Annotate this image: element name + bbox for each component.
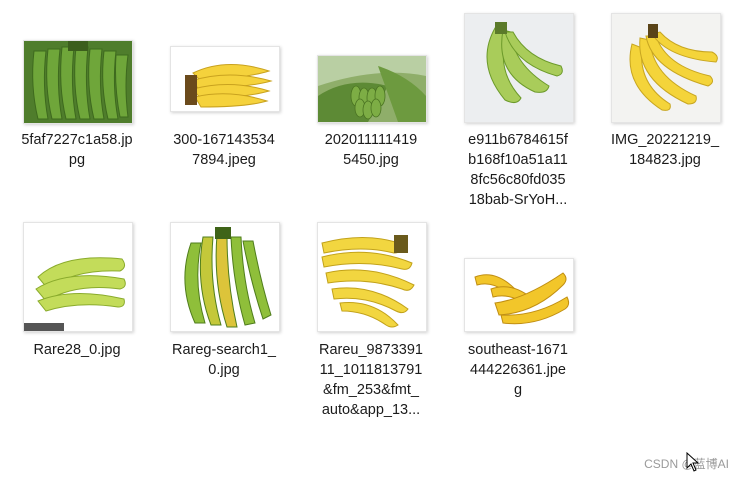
file-item[interactable]: Rareu_9873391 11_1011813791 &fm_253&fmt_… — [311, 222, 431, 422]
file-name: 5faf7227c1a58.jp pg — [21, 132, 133, 168]
file-name: southeast-1671 444226361.jpe g — [468, 342, 568, 398]
file-name: IMG_20221219_ 184823.jpg — [610, 132, 720, 168]
file-item[interactable]: Rareg-search1_ 0.jpg — [164, 222, 284, 378]
banana-bunch-green-icon — [23, 40, 133, 124]
file-grid: 5faf7227c1a58.jp pg 300-167143534 7894.j… — [0, 0, 743, 482]
banana-lightgreen-icon — [23, 222, 133, 332]
file-name: Rare28_0.jpg — [33, 342, 121, 358]
file-name: Rareu_9873391 11_1011813791 &fm_253&fmt_… — [318, 342, 423, 418]
banana-yellow-icon — [170, 46, 280, 112]
banana-ripe-hand-icon — [317, 222, 427, 332]
file-item[interactable]: 202011111419 5450.jpg — [311, 40, 431, 180]
banana-tree-icon — [317, 55, 427, 123]
file-item[interactable]: IMG_20221219_ 184823.jpg — [605, 13, 725, 173]
banana-yellow-bunch-icon — [611, 13, 721, 123]
mouse-pointer-icon — [686, 452, 700, 472]
file-name: 300-167143534 7894.jpeg — [173, 132, 275, 168]
file-name: 202011111419 5450.jpg — [324, 132, 418, 168]
banana-small-yellow-icon — [464, 258, 574, 332]
file-name: e911b6784615f b168f10a51a11 8fc56c80fd03… — [468, 132, 568, 208]
file-item[interactable]: e911b6784615f b168f10a51a11 8fc56c80fd03… — [458, 13, 578, 213]
banana-green-hand-icon — [170, 222, 280, 332]
file-name: Rareg-search1_ 0.jpg — [172, 342, 276, 378]
file-item[interactable]: Rare28_0.jpg — [17, 222, 137, 372]
banana-green-pair-icon — [464, 13, 574, 123]
file-item[interactable]: 300-167143534 7894.jpeg — [164, 40, 284, 180]
file-item[interactable]: 5faf7227c1a58.jp pg — [17, 40, 137, 180]
file-item[interactable]: southeast-1671 444226361.jpe g — [458, 222, 578, 398]
